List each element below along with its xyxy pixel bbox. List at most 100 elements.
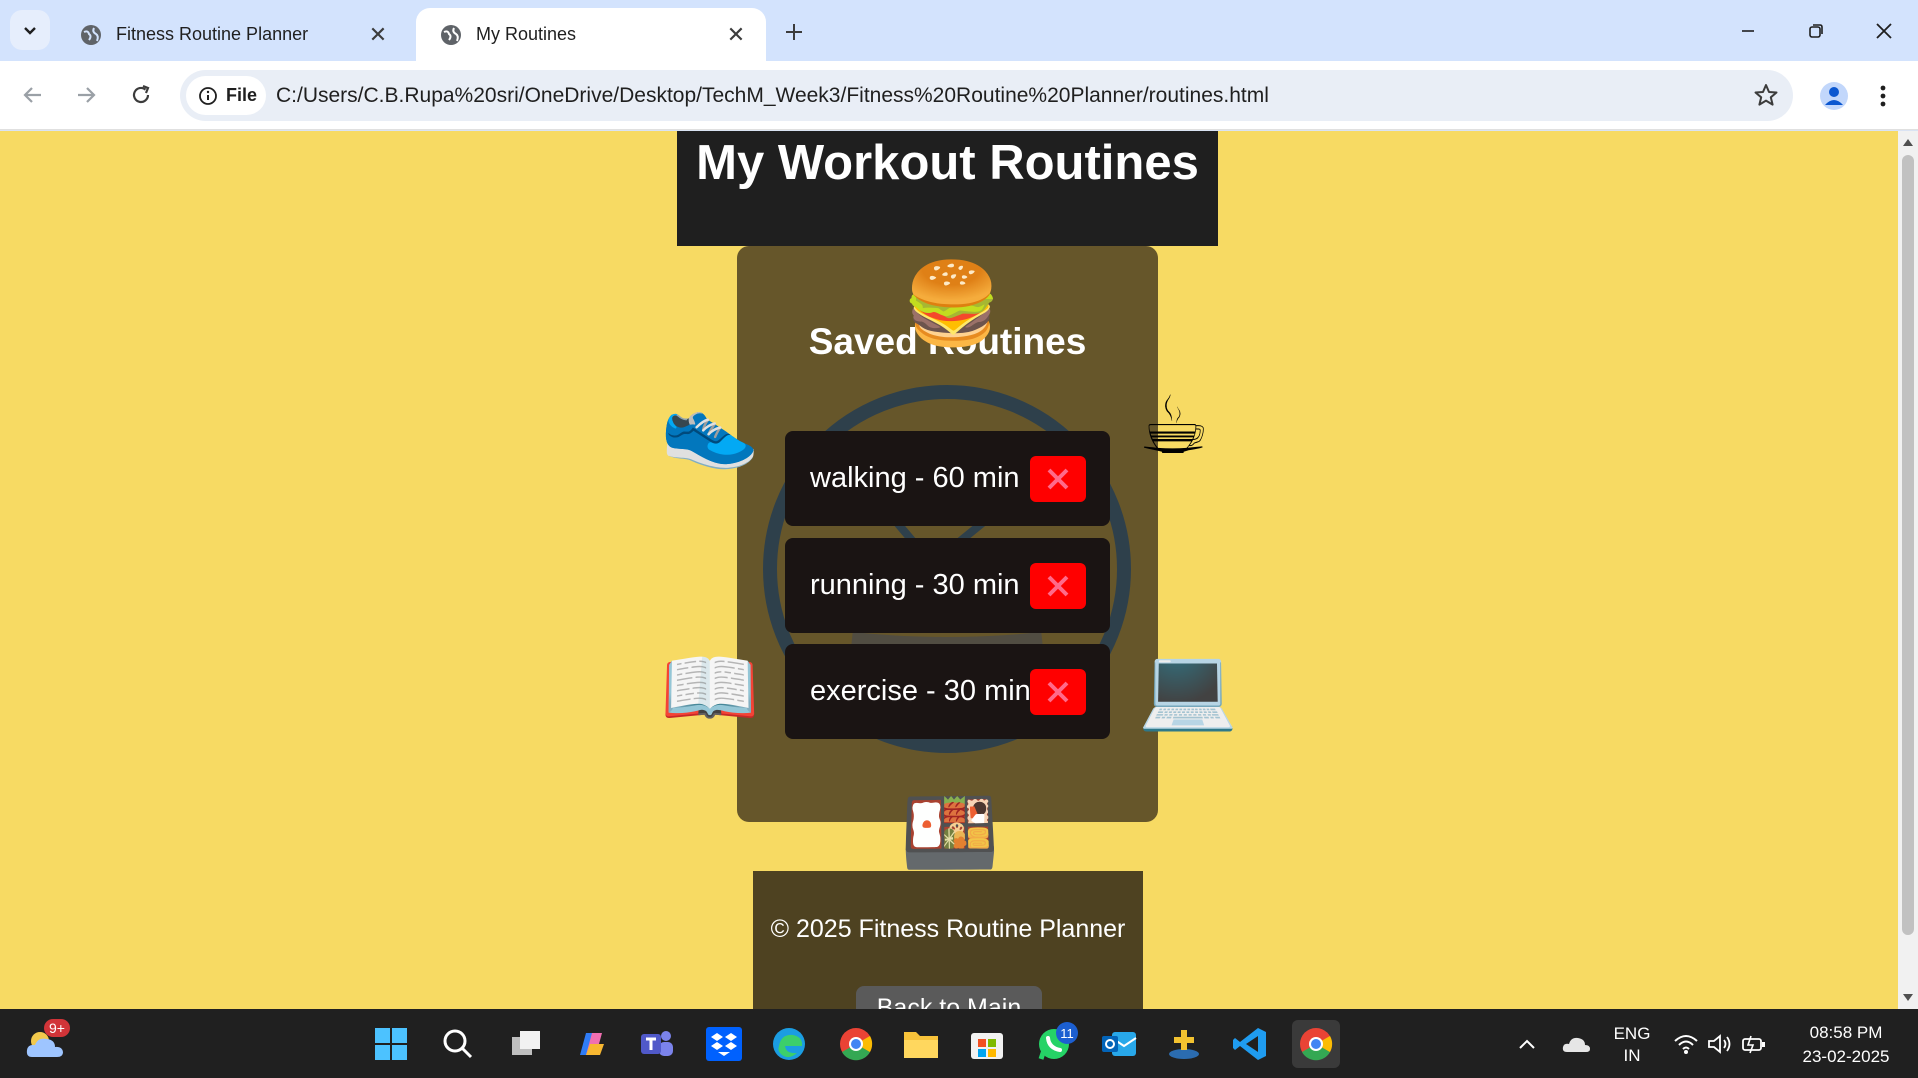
reload-button[interactable]	[120, 74, 162, 116]
wifi-icon	[1674, 1035, 1698, 1054]
scroll-thumb[interactable]	[1902, 155, 1914, 935]
back-nav-button[interactable]	[12, 74, 54, 116]
chevron-up-icon	[1519, 1039, 1535, 1049]
vertical-scrollbar[interactable]	[1898, 131, 1918, 1009]
file-explorer-button[interactable]	[897, 1020, 945, 1068]
scheme-label: File	[226, 85, 258, 105]
close-icon[interactable]: ✕	[366, 22, 390, 47]
restore-icon	[1809, 23, 1823, 38]
footer-copyright: © 2025 Fitness Routine Planner	[770, 915, 1126, 943]
scroll-down-arrow[interactable]	[1903, 994, 1913, 1001]
address-bar[interactable]: File C:/Users/C.B.Rupa%20sri/OneDrive/De…	[180, 70, 1793, 121]
back-to-main-button[interactable]: Back to Main	[856, 986, 1042, 1009]
chevron-down-icon	[24, 27, 36, 35]
person-icon	[1820, 82, 1848, 110]
routine-item: walking - 60 min	[785, 431, 1110, 526]
whatsapp-button[interactable]: 11	[1030, 1020, 1078, 1068]
teams-button[interactable]	[633, 1020, 681, 1068]
plus-icon	[786, 24, 802, 40]
search-button[interactable]	[434, 1020, 482, 1068]
windows-logo-icon	[375, 1028, 407, 1060]
laptop-icon: 💻	[1138, 641, 1238, 734]
page-title: My Workout Routines	[696, 136, 1199, 190]
delete-routine-button[interactable]	[1030, 669, 1086, 715]
delete-routine-button[interactable]	[1030, 456, 1086, 502]
start-button[interactable]	[367, 1020, 415, 1068]
task-view-icon	[512, 1031, 540, 1055]
show-hidden-icons-button[interactable]	[1503, 1020, 1551, 1068]
tab-strip: Fitness Routine Planner ✕ My Routines ✕	[0, 0, 1918, 61]
taskbar-clock[interactable]: 08:58 PM 23-02-2025	[1788, 1021, 1904, 1069]
chrome-icon	[1300, 1028, 1333, 1061]
page-footer: © 2025 Fitness Routine Planner Back to M…	[753, 871, 1143, 1009]
copilot-button[interactable]	[567, 1020, 615, 1068]
windows-taskbar: 9+ 11 ENG IN 08:58 PM 23-02-2025	[0, 1009, 1918, 1078]
teams-icon	[641, 1031, 673, 1056]
shoe-icon: 👟	[660, 379, 760, 472]
close-window-button[interactable]	[1850, 0, 1918, 61]
forward-nav-button[interactable]	[65, 74, 107, 116]
close-icon	[1876, 22, 1892, 39]
language-line1: ENG	[1613, 1024, 1651, 1043]
bookmark-star-icon[interactable]	[1753, 82, 1779, 113]
store-button[interactable]	[963, 1020, 1011, 1068]
outlook-button[interactable]	[1095, 1020, 1143, 1068]
arrow-left-icon	[23, 87, 41, 103]
scroll-up-arrow[interactable]	[1903, 139, 1913, 146]
routine-text: walking - 60 min	[810, 462, 1020, 494]
url-text[interactable]: C:/Users/C.B.Rupa%20sri/OneDrive/Desktop…	[276, 70, 1269, 121]
language-indicator[interactable]: ENG IN	[1604, 1023, 1660, 1067]
weather-badge: 9+	[44, 1019, 70, 1037]
vscode-button[interactable]	[1226, 1020, 1274, 1068]
dropbox-icon	[706, 1027, 742, 1061]
close-icon	[1047, 468, 1069, 490]
edge-icon	[773, 1028, 805, 1060]
cloud-icon	[1562, 1037, 1590, 1052]
mail-icon	[1102, 1032, 1137, 1056]
app-launcher-button[interactable]	[1160, 1020, 1208, 1068]
task-view-button[interactable]	[502, 1020, 550, 1068]
profile-avatar-button[interactable]	[1812, 74, 1856, 118]
delete-routine-button[interactable]	[1030, 563, 1086, 609]
burger-icon: 🍔	[902, 257, 1002, 350]
page-viewport: My Workout Routines Saved Routines 🍔 👟 ☕…	[0, 131, 1898, 1009]
tab-my-routines[interactable]: My Routines ✕	[416, 8, 766, 61]
store-icon	[971, 1033, 1003, 1059]
clock-time: 08:58 PM	[1809, 1023, 1883, 1042]
medical-app-icon	[1169, 1030, 1199, 1059]
minimize-button[interactable]	[1714, 0, 1782, 61]
tab-fitness-routine-planner[interactable]: Fitness Routine Planner ✕	[56, 8, 408, 61]
vscode-icon	[1233, 1028, 1266, 1060]
folder-icon	[904, 1032, 938, 1058]
more-vertical-icon	[1880, 85, 1886, 107]
site-info-chip[interactable]: File	[186, 76, 266, 115]
battery-icon	[1742, 1035, 1765, 1054]
dropbox-button[interactable]	[700, 1020, 748, 1068]
edge-button[interactable]	[765, 1020, 813, 1068]
bento-box-icon: 🍱	[900, 786, 1000, 879]
tab-title: My Routines	[476, 24, 577, 44]
copilot-icon	[580, 1033, 604, 1055]
routine-item: exercise - 30 min	[785, 644, 1110, 739]
weather-widget[interactable]: 9+	[24, 1019, 72, 1067]
clock-date: 23-02-2025	[1802, 1047, 1890, 1066]
routine-text: exercise - 30 min	[810, 675, 1031, 707]
tab-title: Fitness Routine Planner	[116, 24, 309, 44]
info-icon	[199, 86, 217, 105]
page-header: My Workout Routines	[677, 131, 1218, 246]
volume-icon	[1708, 1034, 1731, 1054]
browser-menu-button[interactable]	[1868, 78, 1898, 114]
routine-text: running - 30 min	[810, 569, 1020, 601]
onedrive-button[interactable]	[1552, 1020, 1600, 1068]
chrome-active-button[interactable]	[1292, 1020, 1340, 1068]
chrome-taskbar-button[interactable]	[832, 1020, 880, 1068]
new-tab-button[interactable]	[774, 12, 814, 52]
browser-toolbar: File C:/Users/C.B.Rupa%20sri/OneDrive/De…	[0, 61, 1918, 130]
close-icon[interactable]: ✕	[724, 22, 748, 47]
arrow-right-icon	[78, 87, 96, 103]
quick-settings-button[interactable]	[1665, 1020, 1775, 1068]
tab-search-button[interactable]	[10, 10, 50, 50]
close-icon	[1047, 681, 1069, 703]
globe-icon	[81, 24, 101, 45]
restore-button[interactable]	[1782, 0, 1850, 61]
